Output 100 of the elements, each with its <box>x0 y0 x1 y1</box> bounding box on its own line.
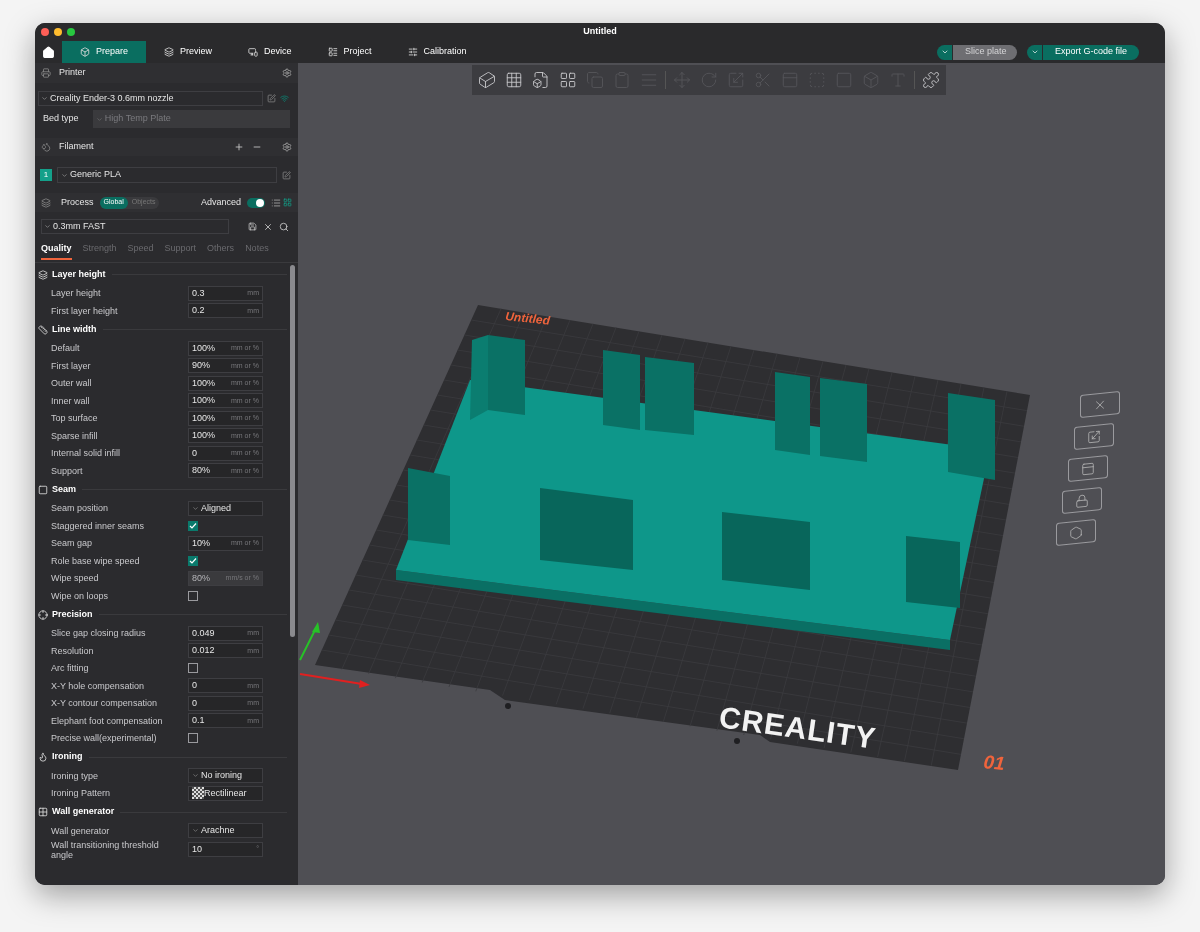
cube-icon <box>80 47 90 57</box>
x-axis-arrow <box>299 673 370 688</box>
panel-icon <box>781 71 799 89</box>
dropdown[interactable]: Arachne <box>188 823 263 839</box>
grid-icon[interactable] <box>283 198 292 207</box>
setting-label: Slice gap closing radius <box>51 628 147 639</box>
lock-icon <box>1075 492 1089 509</box>
filament-index: 1 <box>40 169 52 181</box>
advanced-switch[interactable] <box>247 197 265 208</box>
section-title: Filament <box>59 140 95 154</box>
minimize-window-button[interactable] <box>54 28 62 36</box>
setting-label: X-Y hole compensation <box>51 680 145 691</box>
nav-tab[interactable]: Device <box>230 41 310 63</box>
chevron-down-icon <box>192 504 199 512</box>
grid-icon <box>505 71 523 89</box>
check-icon <box>189 521 197 530</box>
chevron-down-icon <box>61 171 68 179</box>
layers-icon <box>38 269 48 280</box>
wifi-icon[interactable] <box>280 94 289 103</box>
scale-icon <box>1087 428 1101 445</box>
action-button[interactable]: Export G-code file <box>1043 44 1139 60</box>
printer-icon <box>41 68 51 78</box>
setting-label: Resolution <box>51 645 95 656</box>
chevron-down-icon <box>192 827 199 835</box>
setting-label: Sparse infill <box>51 430 99 441</box>
setting-label: Wall generator <box>51 825 111 836</box>
setting-label: Wipe on loops <box>51 590 110 601</box>
filament-dropdown[interactable]: Generic PLA <box>57 167 277 183</box>
group-title: Wall generator <box>52 805 115 819</box>
search-icon[interactable] <box>279 221 289 232</box>
bed-number: 01 <box>982 751 1006 775</box>
setting-label: First layer height <box>51 305 119 316</box>
group-title: Ironing <box>52 750 83 764</box>
checkbox[interactable] <box>188 663 198 674</box>
chevron-down-icon <box>41 95 48 102</box>
printer-dropdown[interactable]: Creality Ender-3 0.6mm nozzle <box>38 91 263 106</box>
window-title: Untitled <box>583 25 617 38</box>
close-icon[interactable] <box>263 221 273 232</box>
plate-name: Untitled <box>504 309 551 328</box>
setting-label: First layer <box>51 360 92 371</box>
dropdown-caret-button[interactable] <box>937 44 952 60</box>
checkbox[interactable] <box>188 520 198 531</box>
y-axis-arrow <box>299 622 320 661</box>
nav-tab[interactable]: Preview <box>146 41 230 63</box>
close-window-button[interactable] <box>41 28 49 36</box>
setting-label: Seam position <box>51 503 110 514</box>
setting-label: Elephant foot compensation <box>51 715 164 726</box>
maximize-window-button[interactable] <box>67 28 75 36</box>
grid-icon <box>38 807 48 817</box>
paste-icon <box>613 71 631 89</box>
puzzle-icon <box>922 71 940 89</box>
checkbox[interactable] <box>188 555 198 566</box>
chevron-down-icon <box>192 772 199 780</box>
save-icon[interactable] <box>248 222 257 231</box>
nav-tab[interactable]: Project <box>309 41 390 63</box>
checker-pattern-icon <box>192 787 204 800</box>
nav-tab[interactable]: Calibration <box>389 41 485 63</box>
home-icon <box>42 45 55 59</box>
setting-label: Ironing type <box>51 770 100 781</box>
puzzle-tool[interactable] <box>920 69 942 91</box>
dropdown[interactable]: Aligned <box>188 500 263 516</box>
edit-icon[interactable] <box>267 94 276 103</box>
settings-tab[interactable]: Quality <box>41 242 72 260</box>
edit-icon[interactable] <box>282 170 291 180</box>
scrollbar[interactable] <box>290 264 295 637</box>
section-title: Printer <box>59 66 87 80</box>
list-icon <box>327 47 338 57</box>
checkbox[interactable] <box>188 733 198 744</box>
lock-tool[interactable] <box>1062 486 1102 515</box>
nav-tab[interactable]: Prepare <box>62 41 146 63</box>
rotate-icon <box>700 71 718 89</box>
settings-icon[interactable] <box>282 142 292 152</box>
group-title: Seam <box>52 482 77 496</box>
crosshair-icon <box>38 609 48 620</box>
dropdown-caret-button[interactable] <box>1027 44 1042 60</box>
group-title: Precision <box>52 607 93 621</box>
chevron-down-icon <box>1030 48 1039 56</box>
setting-label: Staggered inner seams <box>51 520 146 531</box>
group-title: Line width <box>52 322 97 336</box>
layout-icon <box>1081 460 1095 477</box>
layout-icon <box>559 71 577 89</box>
checkbox[interactable] <box>188 590 198 601</box>
scale-icon <box>727 71 745 89</box>
setting-label: Layer height <box>51 288 102 299</box>
layout-tool[interactable] <box>1068 454 1108 483</box>
process-dropdown[interactable]: 0.3mm FAST <box>41 219 229 234</box>
close-tool[interactable] <box>1080 390 1120 419</box>
list-icon[interactable] <box>271 197 281 208</box>
add-icon[interactable] <box>234 142 244 152</box>
settings-icon[interactable] <box>282 68 292 78</box>
chevron-down-icon <box>44 223 51 230</box>
setting-label: Role base wipe speed <box>51 555 141 566</box>
setting-label: Arc fitting <box>51 663 90 674</box>
hexagon-tool[interactable] <box>1056 518 1096 547</box>
setting-label: Default <box>51 343 81 354</box>
dropdown[interactable]: No ironing <box>188 768 263 784</box>
auto-orient-tool[interactable] <box>1074 422 1114 451</box>
add-cube-tool[interactable] <box>476 69 498 91</box>
dropdown[interactable]: Rectilinear <box>188 785 263 801</box>
setting-label: Ironing Pattern <box>51 788 112 799</box>
